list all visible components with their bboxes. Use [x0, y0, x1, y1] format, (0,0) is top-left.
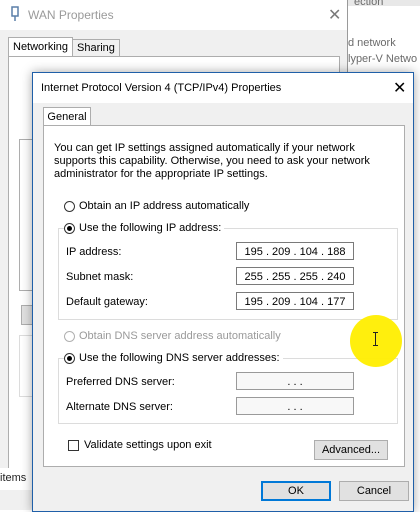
connection-item-line2[interactable]: lyper-V Netwo [348, 53, 417, 65]
wan-title: WAN Properties [28, 8, 114, 22]
tab-sharing[interactable]: Sharing [72, 39, 120, 57]
info-text: You can get IP settings assigned automat… [54, 142, 370, 180]
dialog-title: Internet Protocol Version 4 (TCP/IPv4) P… [41, 82, 282, 94]
text-cursor-icon [373, 332, 378, 346]
tab-networking[interactable]: Networking [8, 37, 74, 57]
tab-general[interactable]: General [43, 107, 91, 126]
dialog-close-icon[interactable]: ✕ [393, 78, 406, 98]
tab-general-label: General [47, 111, 87, 123]
status-items-text: items [0, 472, 27, 484]
radio-use-following-dns[interactable]: Use the following DNS server addresses: [64, 352, 283, 364]
advanced-button[interactable]: Advanced... [314, 440, 388, 460]
radio-use-ip-label: Use the following IP address: [79, 222, 222, 234]
radio-obtain-ip-label: Obtain an IP address automatically [79, 200, 250, 212]
preferred-dns-label: Preferred DNS server: [66, 376, 175, 388]
radio-button-checked[interactable] [64, 222, 75, 234]
radio-use-following-ip[interactable]: Use the following IP address: [64, 222, 225, 234]
network-adapter-icon [11, 6, 19, 21]
radio-button-disabled[interactable] [64, 330, 75, 342]
ip-address-label: IP address: [66, 246, 122, 258]
validate-settings-checkbox[interactable] [68, 440, 79, 451]
cursor-highlight [350, 315, 402, 367]
connection-item-line1[interactable]: d network [348, 37, 396, 49]
tab-sharing-label: Sharing [77, 42, 115, 54]
radio-button-checked[interactable] [64, 352, 75, 364]
column-header-text: ection [354, 0, 384, 8]
radio-button[interactable] [64, 200, 75, 212]
clipped-label-fragment [19, 67, 31, 76]
general-panel: You can get IP settings assigned automat… [43, 125, 405, 467]
radio-obtain-dns-automatically[interactable]: Obtain DNS server address automatically [64, 330, 281, 342]
ip-address-field[interactable]: 195 . 209 . 104 . 188 [236, 242, 354, 260]
wan-close-icon[interactable]: ✕ [328, 5, 341, 25]
dialog-titlebar: Internet Protocol Version 4 (TCP/IPv4) P… [33, 73, 413, 103]
ipv4-properties-dialog: Internet Protocol Version 4 (TCP/IPv4) P… [32, 72, 414, 512]
ok-button[interactable]: OK [261, 481, 331, 501]
cancel-button[interactable]: Cancel [339, 481, 409, 501]
default-gateway-label: Default gateway: [66, 296, 148, 308]
alternate-dns-field[interactable]: . . . [236, 397, 354, 415]
radio-obtain-ip-automatically[interactable]: Obtain an IP address automatically [64, 200, 249, 212]
subnet-mask-field[interactable]: 255 . 255 . 255 . 240 [236, 267, 354, 285]
preferred-dns-field[interactable]: . . . [236, 372, 354, 390]
validate-settings-label: Validate settings upon exit [84, 439, 212, 451]
subnet-mask-label: Subnet mask: [66, 271, 134, 283]
tab-networking-label: Networking [13, 41, 69, 53]
radio-obtain-dns-label: Obtain DNS server address automatically [79, 330, 281, 342]
default-gateway-field[interactable]: 195 . 209 . 104 . 177 [236, 292, 354, 310]
radio-use-dns-label: Use the following DNS server addresses: [79, 352, 280, 364]
alternate-dns-label: Alternate DNS server: [66, 401, 173, 413]
wan-titlebar: WAN Properties ✕ [0, 0, 347, 30]
